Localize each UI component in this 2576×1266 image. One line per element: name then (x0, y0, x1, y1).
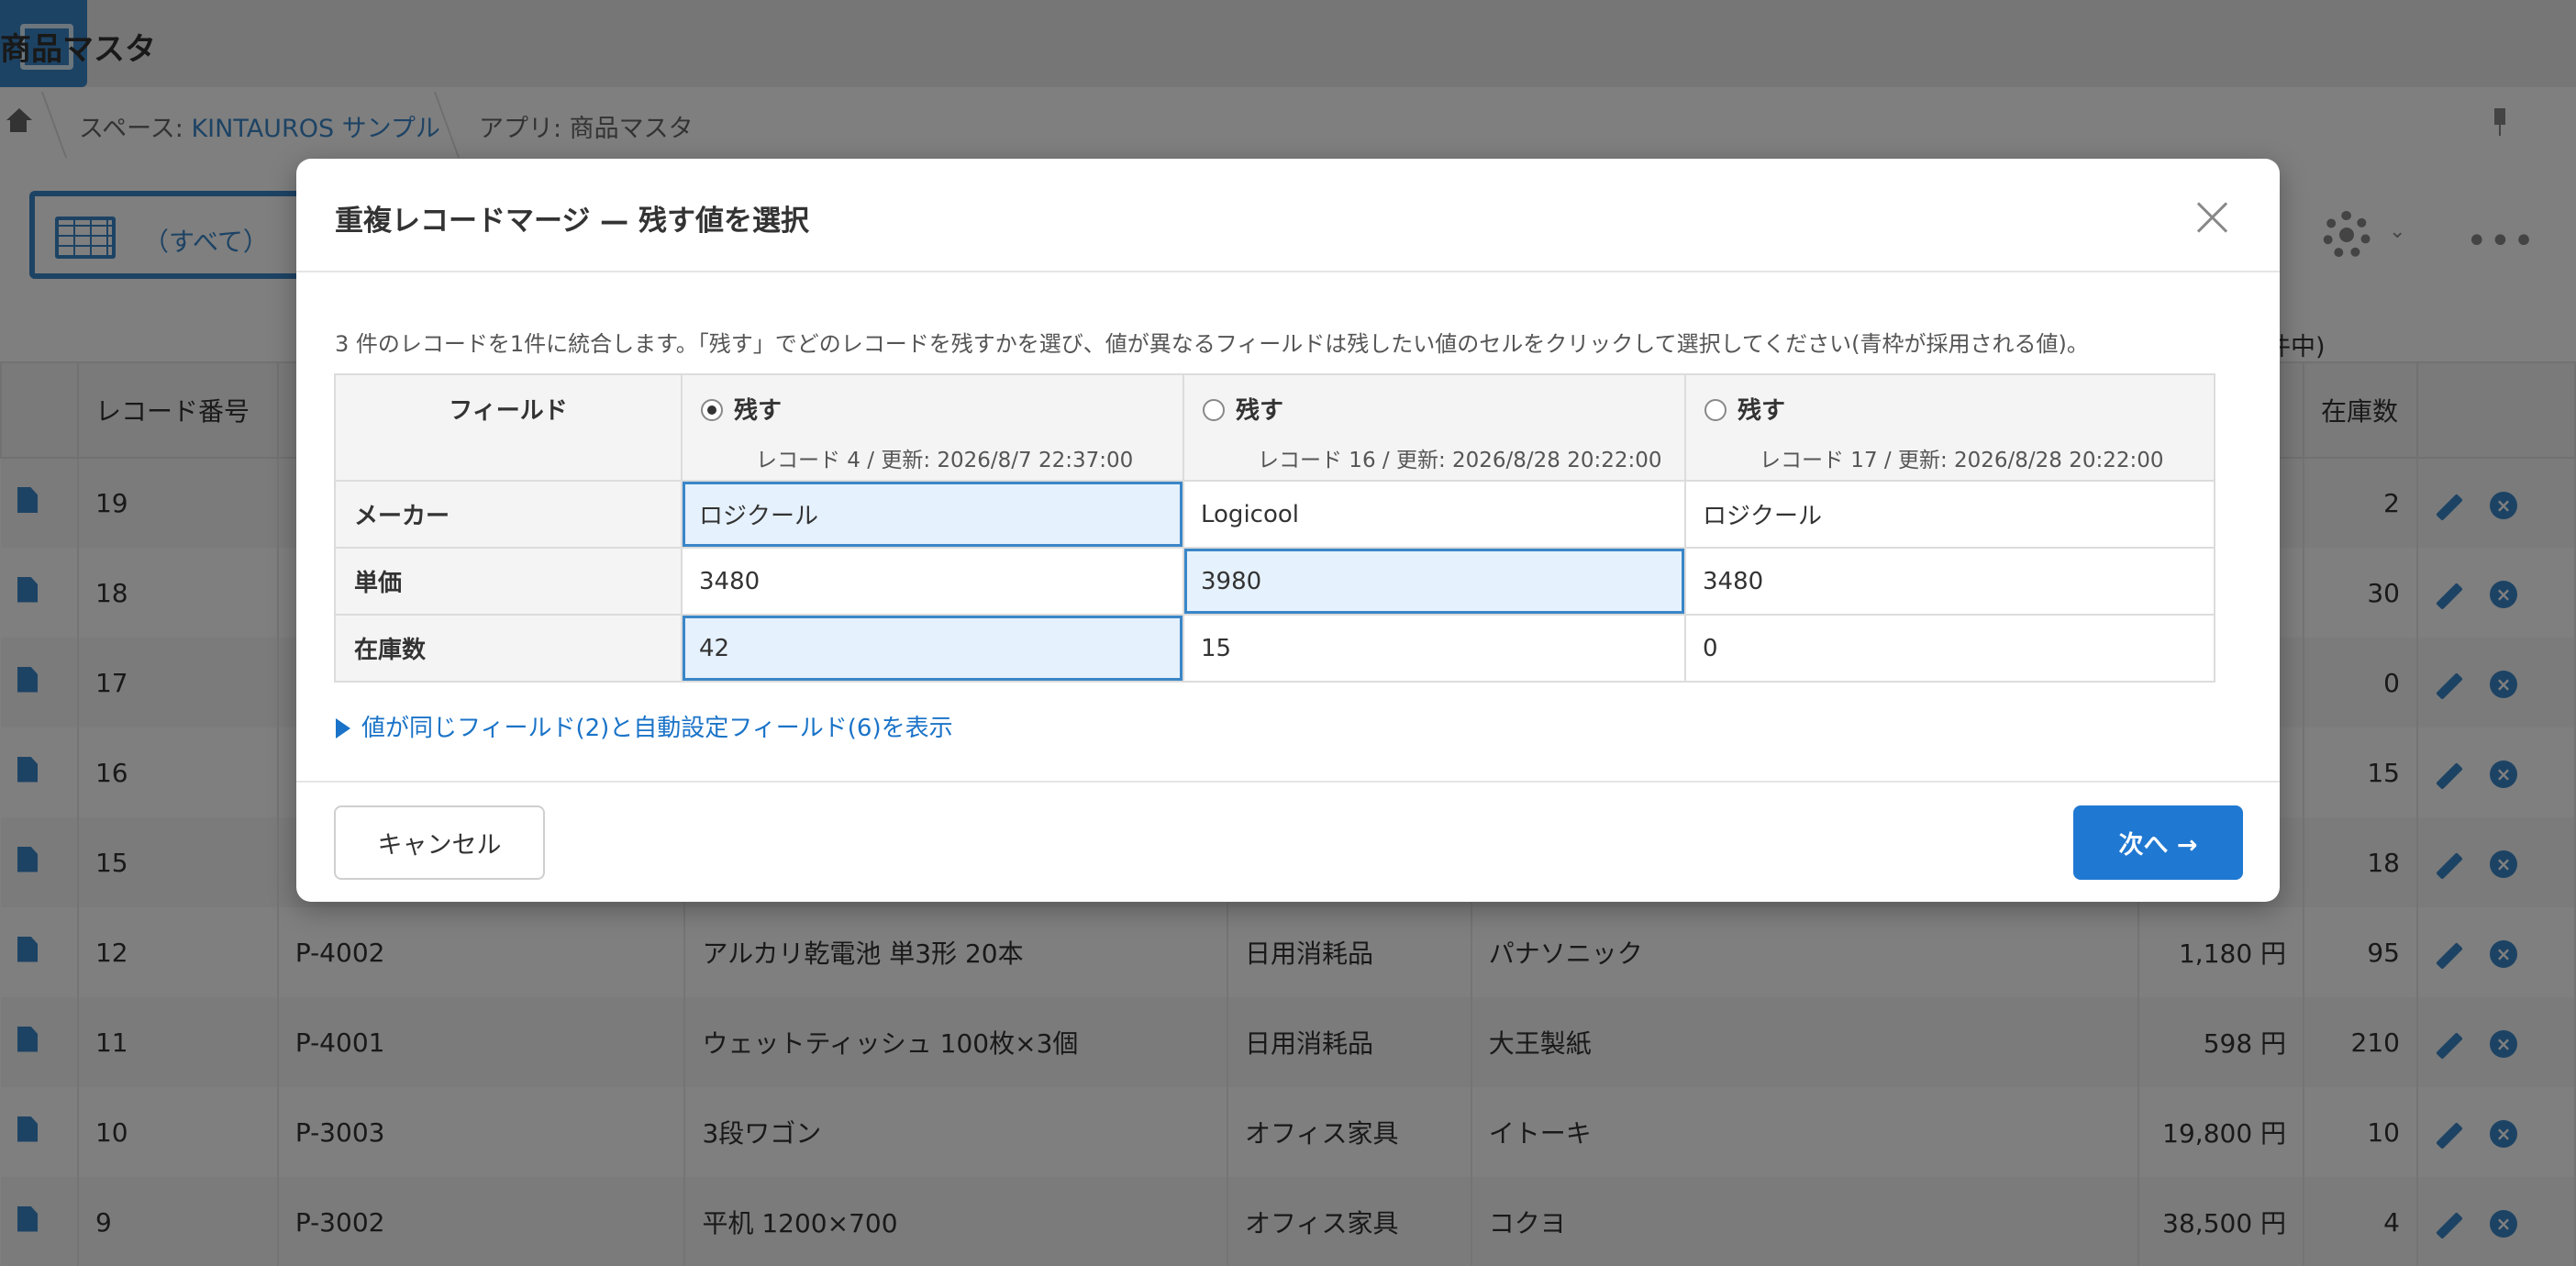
value-cell[interactable]: Logicool (1183, 480, 1686, 549)
field-name: メーカー (334, 480, 683, 549)
field-name: 在庫数 (334, 614, 683, 683)
toggle-label: 値が同じフィールド(2)と自動設定フィールド(6)を表示 (361, 715, 953, 742)
record-meta: レコード 17 / 更新: 2026/8/28 20:22:00 (1760, 449, 2164, 472)
triangle-right-icon (336, 718, 350, 738)
field-row-maker: メーカー ロジクール Logicool ロジクール (334, 480, 2215, 549)
dialog-title: 重複レコードマージ — 残す値を選択 (335, 205, 809, 238)
record-meta: レコード 4 / 更新: 2026/8/7 22:37:00 (756, 449, 1134, 472)
value-cell[interactable]: ロジクール (681, 480, 1184, 549)
field-row-stock: 在庫数 42 15 0 (334, 614, 2215, 683)
value-cell[interactable]: ロジクール (1684, 480, 2215, 549)
keep-radio-record-2[interactable] (1203, 399, 1225, 421)
record-column-header[interactable]: 残す レコード 17 / 更新: 2026/8/28 20:22:00 (1684, 373, 2215, 482)
value-cell[interactable]: 0 (1684, 614, 2215, 683)
close-icon[interactable] (2195, 199, 2230, 234)
next-button[interactable]: 次へ → (2073, 805, 2243, 880)
record-column-header[interactable]: 残す レコード 16 / 更新: 2026/8/28 20:22:00 (1183, 373, 1686, 482)
keep-radio-record-3[interactable] (1704, 399, 1727, 421)
keep-label: 残す (734, 397, 783, 425)
value-cell[interactable]: 15 (1183, 614, 1686, 683)
value-cell[interactable]: 3480 (1684, 547, 2215, 616)
record-meta: レコード 16 / 更新: 2026/8/28 20:22:00 (1258, 449, 1662, 472)
keep-radio-record-1[interactable] (701, 399, 723, 421)
dialog-description: 3 件のレコードを1件に統合します。「残す」でどのレコードを残すかを選び、値が異… (335, 331, 2089, 357)
dialog-header: 重複レコードマージ — 残す値を選択 (296, 159, 2280, 272)
value-cell[interactable]: 42 (681, 614, 1184, 683)
show-hidden-fields-toggle[interactable]: 値が同じフィールド(2)と自動設定フィールド(6)を表示 (336, 709, 953, 743)
merge-table: フィールド 残す レコード 4 / 更新: 2026/8/7 22:37:00 … (334, 373, 2215, 683)
field-row-price: 単価 3480 3980 3480 (334, 547, 2215, 616)
record-column-header[interactable]: 残す レコード 4 / 更新: 2026/8/7 22:37:00 (681, 373, 1184, 482)
value-cell[interactable]: 3480 (681, 547, 1184, 616)
field-column-header: フィールド (334, 373, 683, 482)
keep-label: 残す (1738, 397, 1786, 425)
dialog-footer-divider (296, 781, 2280, 783)
cancel-button[interactable]: キャンセル (334, 805, 545, 880)
field-name: 単価 (334, 547, 683, 616)
keep-label: 残す (1236, 397, 1284, 425)
value-cell[interactable]: 3980 (1183, 547, 1686, 616)
merge-dialog: 重複レコードマージ — 残す値を選択 3 件のレコードを1件に統合します。「残す… (296, 159, 2280, 902)
